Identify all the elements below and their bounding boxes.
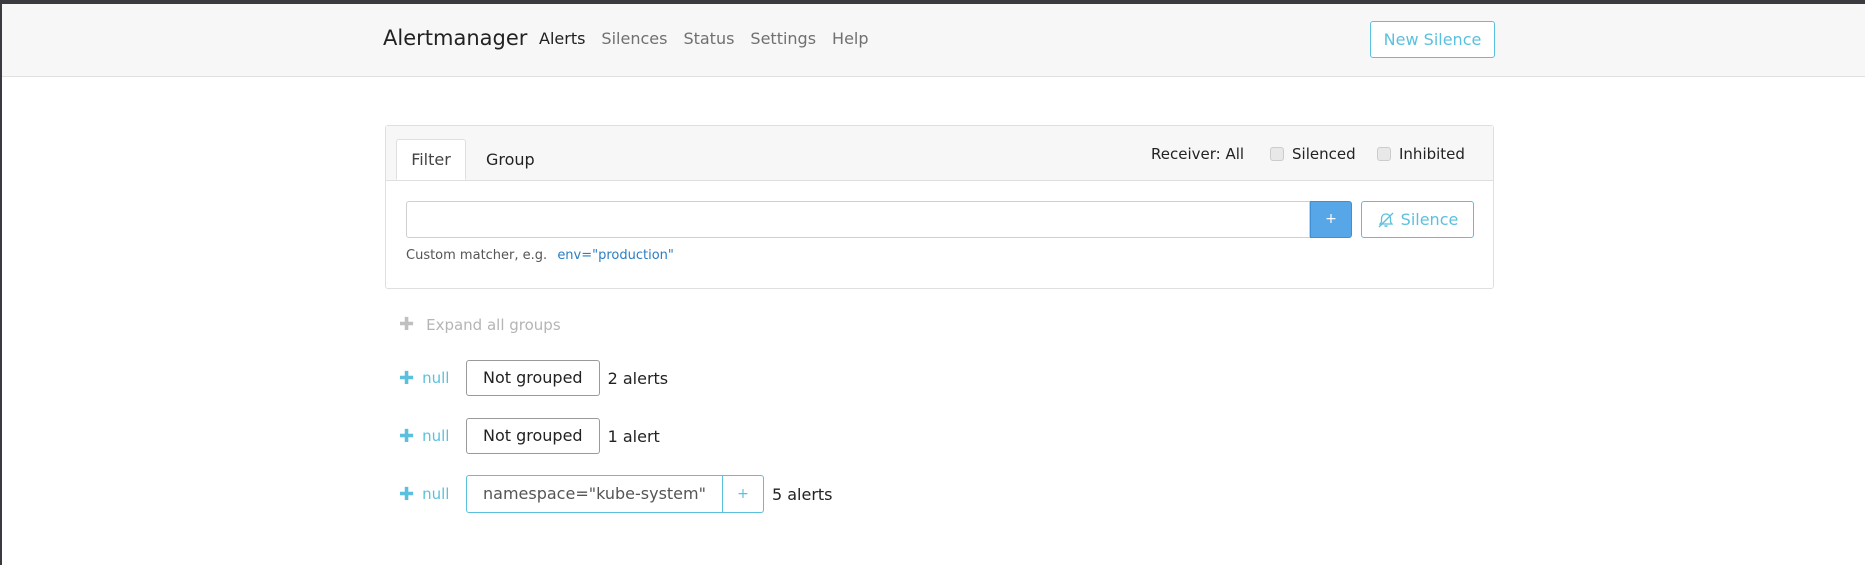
group-toggle-label: null <box>422 369 450 387</box>
receiver-select[interactable]: Receiver: All <box>1151 145 1244 163</box>
plus-icon: ✚ <box>399 367 415 389</box>
group-label-chip[interactable]: Not grouped <box>466 360 600 396</box>
navbar: Alertmanager Alerts Silences Status Sett… <box>2 4 1865 77</box>
plus-icon: ✚ <box>399 483 415 505</box>
alert-count: 2 alerts <box>607 368 669 388</box>
group-matcher-label[interactable]: namespace="kube-system" <box>467 476 723 512</box>
inhibited-checkbox[interactable] <box>1377 147 1391 161</box>
brand-logo[interactable]: Alertmanager <box>383 26 527 50</box>
new-silence-button[interactable]: New Silence <box>1370 21 1495 58</box>
tab-group[interactable]: Group <box>486 150 535 169</box>
alert-group-row: ✚ null namespace="kube-system" + 5 alert… <box>399 475 833 513</box>
add-matcher-to-filter-button[interactable]: + <box>723 476 763 512</box>
silenced-checkbox[interactable] <box>1270 147 1284 161</box>
inhibited-label: Inhibited <box>1399 145 1465 163</box>
nav-silences[interactable]: Silences <box>601 29 667 48</box>
alert-count: 5 alerts <box>771 484 833 504</box>
tab-filter[interactable]: Filter <box>396 139 466 180</box>
expand-all-label: Expand all groups <box>426 315 561 334</box>
alert-group-row: ✚ null Not grouped 1 alert <box>399 417 660 455</box>
plus-icon: ✚ <box>399 425 415 447</box>
plus-icon: ✚ <box>399 314 415 335</box>
matcher-hint: Custom matcher, e.g. env="production" <box>406 248 674 263</box>
nav-alerts[interactable]: Alerts <box>539 29 585 48</box>
main-nav: Alerts Silences Status Settings Help <box>539 29 869 48</box>
group-expand-toggle[interactable]: ✚ null <box>399 484 466 505</box>
nav-help[interactable]: Help <box>832 29 868 48</box>
group-expand-toggle[interactable]: ✚ null <box>399 426 466 447</box>
group-toggle-label: null <box>422 485 450 503</box>
alert-group-row: ✚ null Not grouped 2 alerts <box>399 359 668 397</box>
expand-all-groups[interactable]: ✚ Expand all groups <box>399 314 561 335</box>
bell-slash-icon <box>1378 212 1394 227</box>
silence-button-label: Silence <box>1400 210 1459 229</box>
hint-example: env="production" <box>557 248 674 263</box>
silence-button[interactable]: Silence <box>1361 201 1474 238</box>
group-label-chip[interactable]: Not grouped <box>466 418 600 454</box>
group-matcher-chip: namespace="kube-system" + <box>466 475 764 513</box>
filter-card-header: Filter Group Receiver: All Silenced Inhi… <box>386 126 1493 181</box>
inhibited-toggle[interactable]: Inhibited <box>1377 145 1465 163</box>
filter-card: Filter Group Receiver: All Silenced Inhi… <box>385 125 1494 289</box>
silenced-toggle[interactable]: Silenced <box>1270 145 1356 163</box>
filter-matcher-input[interactable] <box>406 201 1310 238</box>
hint-text: Custom matcher, e.g. <box>406 248 548 263</box>
nav-settings[interactable]: Settings <box>750 29 816 48</box>
alert-count: 1 alert <box>607 426 660 446</box>
nav-status[interactable]: Status <box>683 29 734 48</box>
group-toggle-label: null <box>422 427 450 445</box>
add-matcher-button[interactable]: + <box>1310 201 1352 238</box>
group-expand-toggle[interactable]: ✚ null <box>399 368 466 389</box>
silenced-label: Silenced <box>1292 145 1356 163</box>
